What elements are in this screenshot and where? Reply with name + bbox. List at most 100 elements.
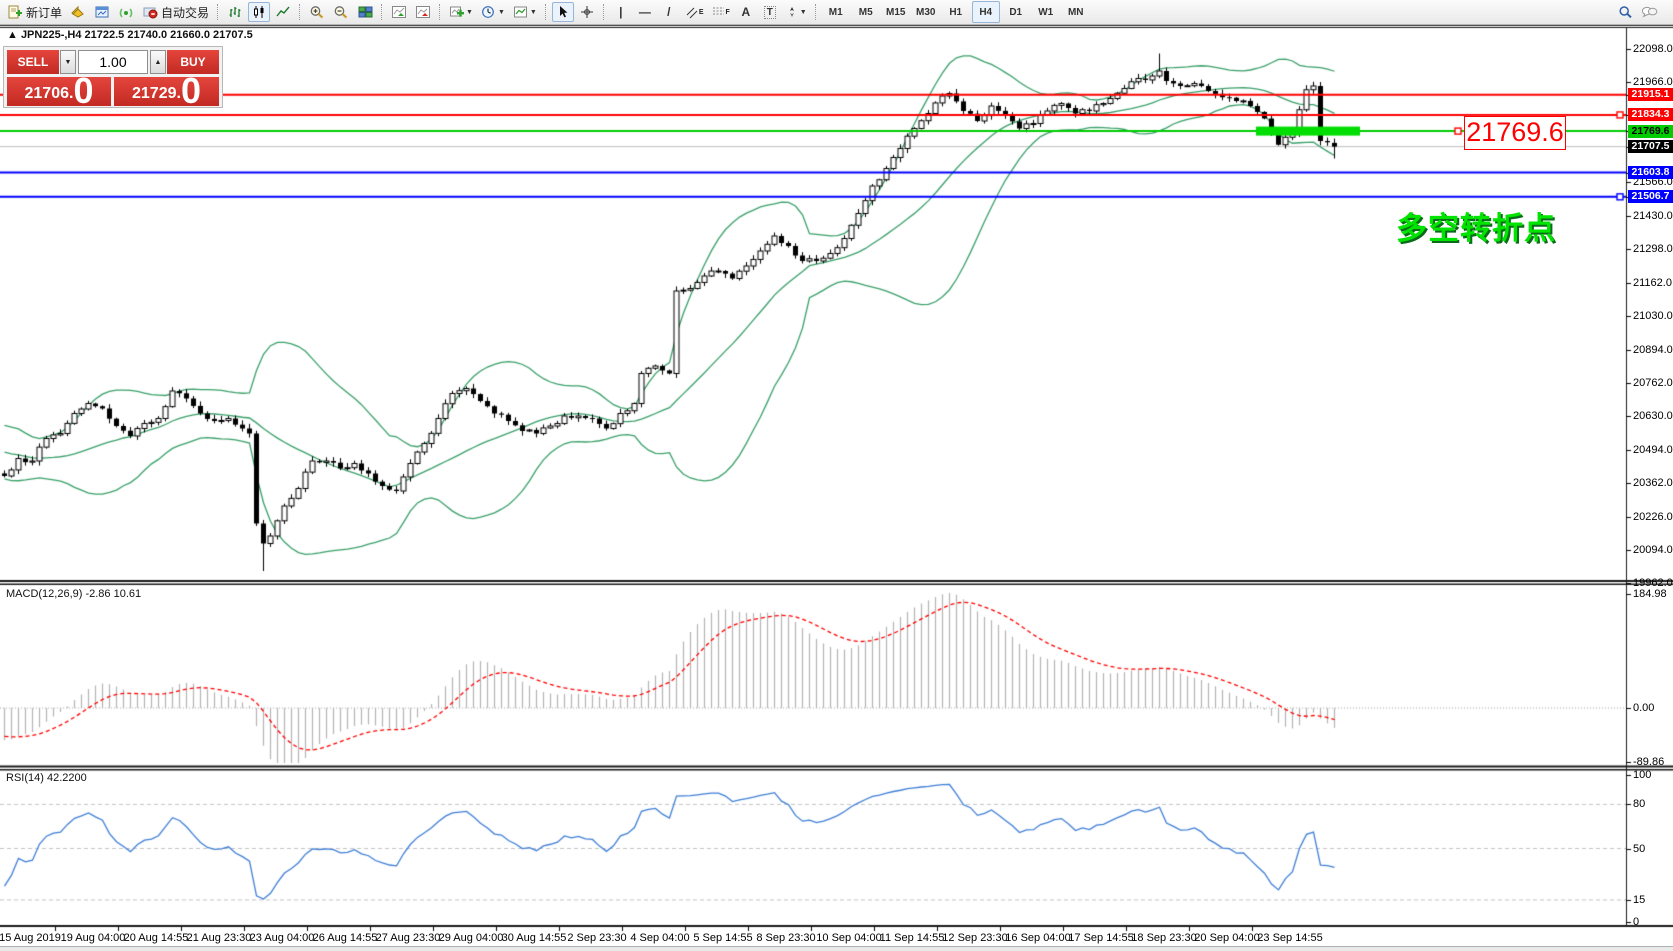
dropdown-caret-icon: ▼ [530, 9, 537, 16]
chart-shift-button[interactable] [412, 2, 434, 22]
periods-button[interactable]: ▼ [478, 2, 508, 22]
caret-down-icon: ▼ [65, 59, 72, 66]
time-axis-label: 26 Aug 14:55 [313, 932, 378, 944]
quotes-button[interactable] [67, 2, 89, 22]
price-tag: 21834.3 [1628, 108, 1673, 121]
new-order-button[interactable]: 新订单 [5, 2, 65, 22]
sell-button[interactable]: SELL [7, 50, 59, 74]
buy-price[interactable]: 21729.0 [114, 77, 219, 106]
time-axis-label: 20 Sep 04:00 [1194, 932, 1259, 944]
price-axis-tick: 20494.0 [1633, 444, 1673, 456]
zoom-in-button[interactable] [306, 2, 328, 22]
sell-label: SELL [18, 55, 49, 69]
toolbar-separator [603, 4, 605, 20]
price-axis-tick: 21430.0 [1633, 210, 1673, 222]
dropdown-caret-icon: ▼ [466, 9, 473, 16]
buy-price-pips: 0 [181, 77, 201, 105]
zoom-in-icon [309, 5, 325, 20]
timeframe-button-w1[interactable]: W1 [1032, 1, 1060, 23]
time-axis-label: 17 Sep 14:55 [1068, 932, 1133, 944]
cursor-tool-button[interactable] [552, 2, 574, 22]
chart-canvas[interactable] [0, 0, 1673, 951]
chart-symbol-label: ▲ JPN225-,H4 21722.5 21740.0 21660.0 217… [7, 29, 253, 41]
toolbar-separator [815, 4, 817, 20]
dropdown-caret-icon: ▼ [498, 9, 505, 16]
price-axis-tick: 21966.0 [1633, 76, 1673, 88]
label-tool-button[interactable]: T [759, 2, 781, 22]
price-annotation-box[interactable]: 21769.6 [1464, 116, 1566, 150]
rsi-axis-tick: 50 [1633, 843, 1645, 855]
timeframe-button-m15[interactable]: M15 [882, 1, 910, 23]
charts-window-button[interactable] [91, 2, 113, 22]
signal-icon [118, 5, 134, 19]
price-axis-tick: 20762.0 [1633, 377, 1673, 389]
arrows-tool-button[interactable]: ▼ [783, 2, 810, 22]
cursor-arrow-icon [557, 5, 569, 19]
time-axis-label: 23 Aug 04:00 [250, 932, 315, 944]
crosshair-tool-button[interactable] [576, 2, 598, 22]
horizontal-line-icon: — [639, 5, 651, 19]
caret-up-icon: ▲ [155, 59, 162, 66]
macd-axis-tick: 0.00 [1633, 702, 1654, 714]
price-tag: 21707.5 [1628, 140, 1673, 153]
time-axis-label: 11 Sep 14:55 [880, 932, 945, 944]
candlestick-chart-type-button[interactable] [248, 2, 270, 22]
price-tag: 21915.1 [1628, 88, 1673, 101]
line-chart-type-button[interactable] [272, 2, 294, 22]
time-axis-label: 30 Aug 14:55 [502, 932, 567, 944]
price-axis-tick: 21298.0 [1633, 243, 1673, 255]
chat-button[interactable] [1638, 2, 1661, 22]
tile-windows-button[interactable] [354, 2, 376, 22]
turning-point-annotation[interactable]: 多空转折点 [1396, 203, 1556, 248]
candlestick-icon [252, 5, 266, 19]
buy-price-main: 21729 [132, 83, 177, 105]
price-axis-tick: 19962.0 [1633, 577, 1673, 589]
timeframe-button-mn[interactable]: MN [1062, 1, 1090, 23]
text-tool-button[interactable]: A [735, 2, 757, 22]
toolbar: 新订单 自动交易 [0, 0, 1673, 25]
price-axis-tick: 21162.0 [1633, 277, 1672, 289]
line-chart-icon [276, 5, 290, 19]
channel-letter: E [699, 9, 704, 16]
horizontal-line-tool-button[interactable]: — [634, 2, 656, 22]
price-axis-tick: 20362.0 [1633, 477, 1673, 489]
time-axis-label: 4 Sep 04:00 [630, 932, 689, 944]
volume-increase-button[interactable]: ▲ [150, 50, 166, 74]
channel-tool-button[interactable]: E [682, 2, 707, 22]
vertical-line-tool-button[interactable]: | [610, 2, 632, 22]
price-axis-tick: 20894.0 [1633, 344, 1673, 356]
signals-button[interactable] [115, 2, 137, 22]
toolbar-separator [545, 4, 547, 20]
vertical-line-icon: | [619, 5, 622, 19]
timeframe-button-m1[interactable]: M1 [822, 1, 850, 23]
toolbar-separator [381, 4, 383, 20]
channel-icon [685, 5, 699, 19]
time-axis-label: 12 Sep 23:30 [942, 932, 1007, 944]
trendline-icon: / [667, 5, 670, 19]
gold-icon [70, 5, 86, 19]
indicators-button[interactable]: ▼ [446, 2, 476, 22]
timeframe-button-h1[interactable]: H1 [942, 1, 970, 23]
label-tool-icon: T [764, 6, 776, 19]
zoom-out-button[interactable] [330, 2, 352, 22]
trendline-tool-button[interactable]: / [658, 2, 680, 22]
autotrade-button[interactable]: 自动交易 [139, 2, 212, 22]
time-axis-label: 18 Sep 23:30 [1131, 932, 1196, 944]
sell-price[interactable]: 21706.0 [7, 77, 111, 106]
rsi-indicator-label: RSI(14) 42.2200 [6, 772, 87, 784]
one-click-trading-panel: SELL ▼ ▲ BUY 21706.0 21729.0 [3, 46, 223, 108]
toolbar-separator [439, 4, 441, 20]
indicators-plus-icon [449, 5, 464, 19]
timeframe-button-h4[interactable]: H4 [972, 1, 1000, 23]
time-axis-label: 5 Sep 14:55 [693, 932, 752, 944]
fibonacci-tool-button[interactable]: F [709, 2, 733, 22]
tile-windows-icon [358, 5, 373, 19]
templates-button[interactable]: ▼ [510, 2, 540, 22]
bar-chart-type-button[interactable] [224, 2, 246, 22]
timeframe-button-d1[interactable]: D1 [1002, 1, 1030, 23]
autoscroll-button[interactable] [388, 2, 410, 22]
search-button[interactable] [1614, 2, 1636, 22]
timeframe-button-m30[interactable]: M30 [912, 1, 940, 23]
timeframe-button-m5[interactable]: M5 [852, 1, 880, 23]
rsi-axis-tick: 100 [1633, 769, 1651, 781]
